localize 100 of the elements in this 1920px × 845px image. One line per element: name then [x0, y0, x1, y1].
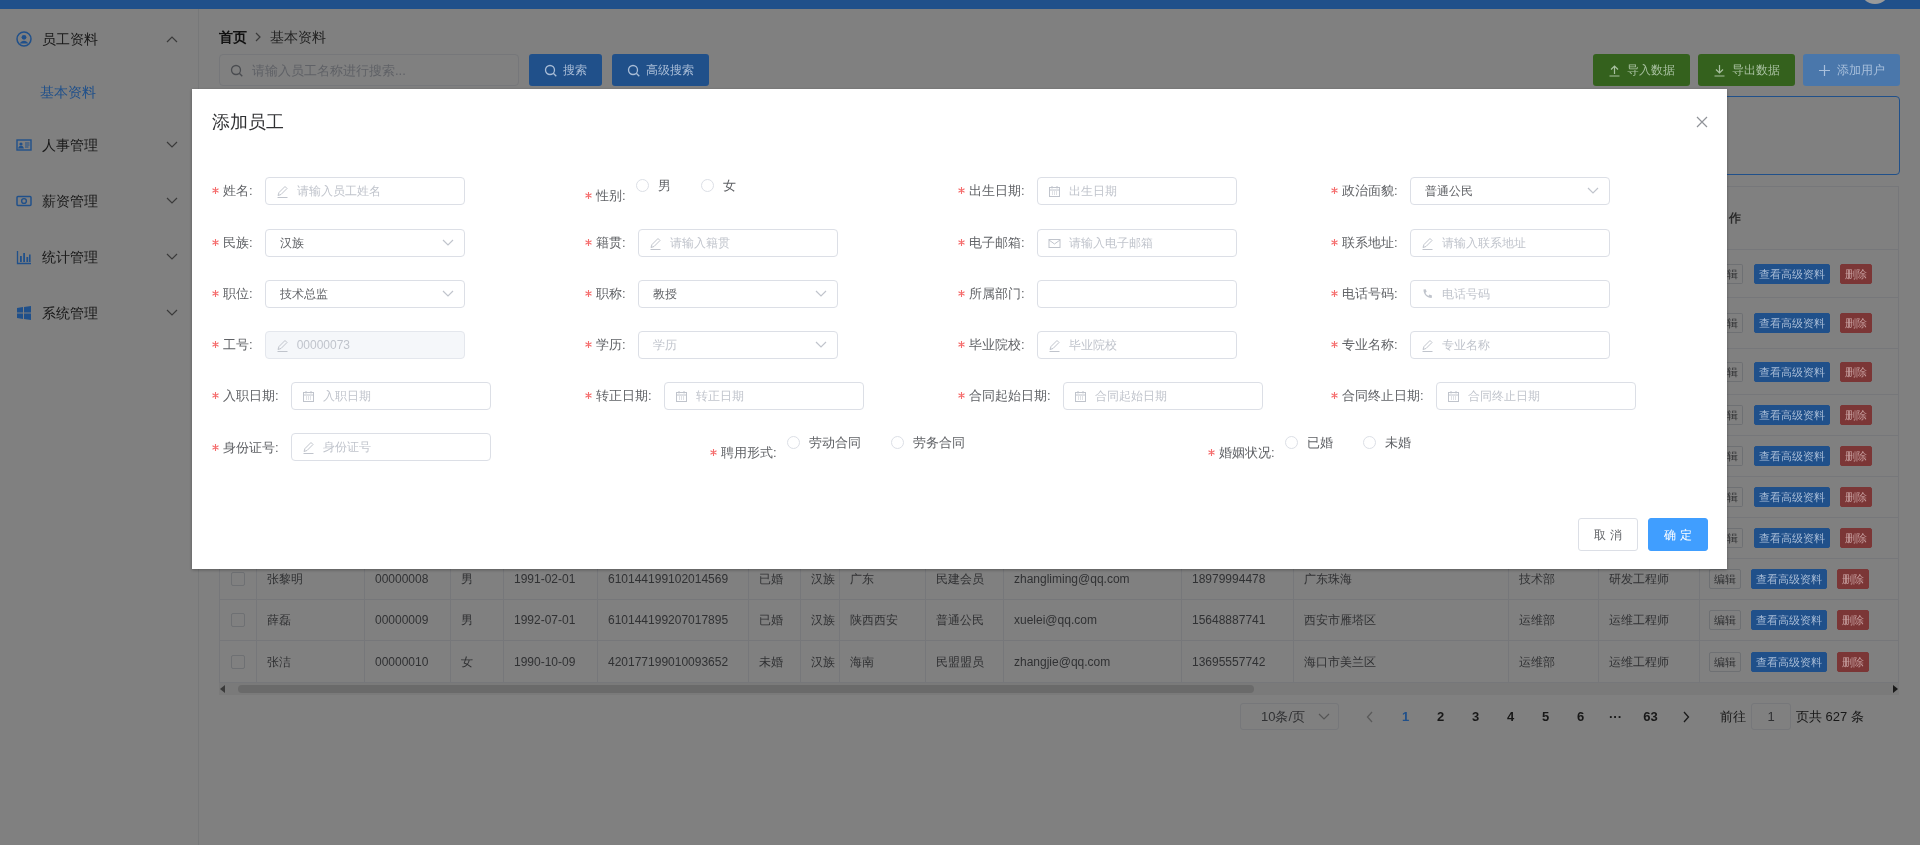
text-field[interactable] — [1036, 279, 1237, 308]
page-button[interactable]: ··· — [1598, 706, 1633, 727]
date-field[interactable]: 合同终止日期 — [1435, 381, 1636, 410]
table-cell-text: 00000010 — [375, 653, 429, 671]
delete-button[interactable]: 删除 — [1837, 610, 1869, 630]
pencil-icon — [1420, 236, 1434, 250]
field-label: 姓名: — [212, 181, 253, 201]
close-icon[interactable] — [1696, 116, 1708, 128]
delete-button[interactable]: 删除 — [1840, 487, 1872, 507]
table-cell-text: 男 — [461, 612, 473, 629]
calendar-icon — [674, 389, 688, 403]
view-details-button[interactable]: 查看高级资料 — [1751, 610, 1827, 630]
view-details-button[interactable]: 查看高级资料 — [1754, 446, 1830, 466]
view-details-button[interactable]: 查看高级资料 — [1754, 313, 1830, 333]
scroll-left-icon — [219, 685, 227, 693]
select-field[interactable]: 教授 — [637, 279, 838, 308]
view-details-button[interactable]: 查看高级资料 — [1751, 651, 1827, 672]
view-details-button[interactable]: 查看高级资料 — [1751, 569, 1827, 589]
field-label: 婚姻状况: — [1208, 432, 1275, 462]
view-details-button[interactable]: 查看高级资料 — [1754, 528, 1830, 548]
radio-label[interactable]: 劳动合同 — [808, 432, 861, 452]
phone-field[interactable]: 电话号码 — [1409, 279, 1610, 308]
table-cell-text: 民盟盟员 — [936, 653, 984, 671]
table-cell-text: 男 — [461, 571, 473, 588]
text-field[interactable]: 专业名称 — [1409, 330, 1610, 359]
plus-icon — [1818, 63, 1831, 77]
chevron-down-icon — [441, 238, 454, 247]
radio-label[interactable]: 劳务合同 — [912, 432, 965, 452]
total-count: 页共 627 条 — [1796, 707, 1864, 726]
field-label: 电子邮箱: — [958, 232, 1025, 253]
toolbar-button[interactable]: 高级搜索 — [612, 54, 709, 86]
page-button[interactable]: 2 — [1423, 706, 1458, 727]
table-cell-text: 研发工程师 — [1609, 571, 1669, 588]
select-field[interactable]: 汉族 — [264, 228, 465, 257]
select-field[interactable]: 技术总监 — [264, 279, 465, 308]
page-button[interactable]: 63 — [1633, 706, 1668, 727]
confirm-button[interactable]: 确 定 — [1648, 518, 1708, 551]
page-button[interactable]: 4 — [1493, 706, 1528, 727]
table-cell-text: 已婚 — [759, 571, 783, 588]
page-button[interactable]: 5 — [1528, 706, 1563, 727]
email-field[interactable]: 请输入电子邮箱 — [1036, 228, 1237, 257]
table-cell-text: 西安市雁塔区 — [1304, 612, 1376, 629]
breadcrumb-item[interactable]: 首页 — [219, 26, 247, 48]
date-field[interactable]: 入职日期 — [290, 381, 491, 410]
page-button[interactable]: 6 — [1563, 706, 1598, 727]
view-details-button[interactable]: 查看高级资料 — [1754, 487, 1830, 507]
delete-button[interactable]: 删除 — [1837, 569, 1869, 589]
table-cell-text: xuelei@qq.com — [1014, 612, 1097, 629]
field-label: 籍贯: — [585, 232, 626, 253]
toolbar-button[interactable]: 导入数据 — [1593, 54, 1690, 86]
date-field[interactable]: 出生日期 — [1036, 176, 1237, 205]
delete-button[interactable]: 删除 — [1840, 528, 1872, 548]
scroll-right-icon — [1891, 685, 1899, 693]
field-label: 职位: — [212, 283, 253, 304]
radio-label[interactable]: 男 — [657, 176, 671, 196]
edit-button[interactable]: 编辑 — [1709, 610, 1741, 630]
delete-button[interactable]: 删除 — [1840, 263, 1872, 284]
date-field[interactable]: 合同起始日期 — [1062, 381, 1263, 410]
table-cell-text: 汉族 — [811, 653, 835, 671]
radio-label[interactable]: 女 — [722, 176, 736, 196]
text-field[interactable]: 身份证号 — [290, 433, 491, 462]
delete-button[interactable]: 删除 — [1840, 446, 1872, 466]
table-cell-text: 420177199010093652 — [608, 653, 729, 671]
toolbar-button[interactable]: 搜索 — [529, 54, 602, 86]
page-jump-field[interactable]: 1 — [1751, 703, 1791, 730]
menu-item[interactable]: 系统管理 — [42, 302, 156, 324]
page-size-select[interactable]: 10条/页 — [1240, 703, 1339, 730]
table-cell-text: 运维部 — [1519, 612, 1555, 629]
menu-item[interactable]: 员工资料 — [42, 28, 156, 50]
delete-button[interactable]: 删除 — [1837, 651, 1869, 672]
text-field[interactable]: 请输入联系地址 — [1409, 228, 1610, 257]
text-field[interactable]: 请输入员工姓名 — [264, 176, 465, 205]
radio-label[interactable]: 已婚 — [1306, 432, 1333, 452]
field-label: 电话号码: — [1331, 283, 1398, 304]
view-details-button[interactable]: 查看高级资料 — [1754, 263, 1830, 284]
view-details-button[interactable]: 查看高级资料 — [1754, 405, 1830, 425]
menu-item[interactable]: 统计管理 — [42, 246, 156, 268]
delete-button[interactable]: 删除 — [1840, 313, 1872, 333]
select-field[interactable]: 普通公民 — [1409, 176, 1610, 205]
table-cell-text: 技术部 — [1519, 571, 1555, 588]
radio-label[interactable]: 未婚 — [1384, 432, 1411, 452]
chevron-right-icon — [255, 32, 262, 42]
toolbar-button[interactable]: 导出数据 — [1698, 54, 1795, 86]
field-label: 工号: — [212, 334, 253, 355]
field-label: 性别: — [585, 176, 626, 206]
menu-item[interactable]: 人事管理 — [42, 134, 156, 156]
edit-button[interactable]: 编辑 — [1709, 651, 1741, 672]
table-cell-text: 薛磊 — [267, 612, 291, 629]
pencil-icon — [648, 236, 662, 250]
delete-button[interactable]: 删除 — [1840, 361, 1872, 382]
text-field[interactable]: 毕业院校 — [1036, 330, 1237, 359]
cancel-button[interactable]: 取 消 — [1578, 518, 1638, 551]
delete-button[interactable]: 删除 — [1840, 405, 1872, 425]
field-label: 合同终止日期: — [1331, 385, 1424, 406]
menu-item[interactable]: 薪资管理 — [42, 190, 156, 212]
windows-icon — [16, 305, 32, 321]
horizontal-scrollbar[interactable] — [219, 683, 1899, 695]
page-button[interactable]: 3 — [1458, 706, 1493, 727]
view-details-button[interactable]: 查看高级资料 — [1754, 361, 1830, 382]
toolbar-button[interactable]: 添加用户 — [1803, 54, 1900, 86]
